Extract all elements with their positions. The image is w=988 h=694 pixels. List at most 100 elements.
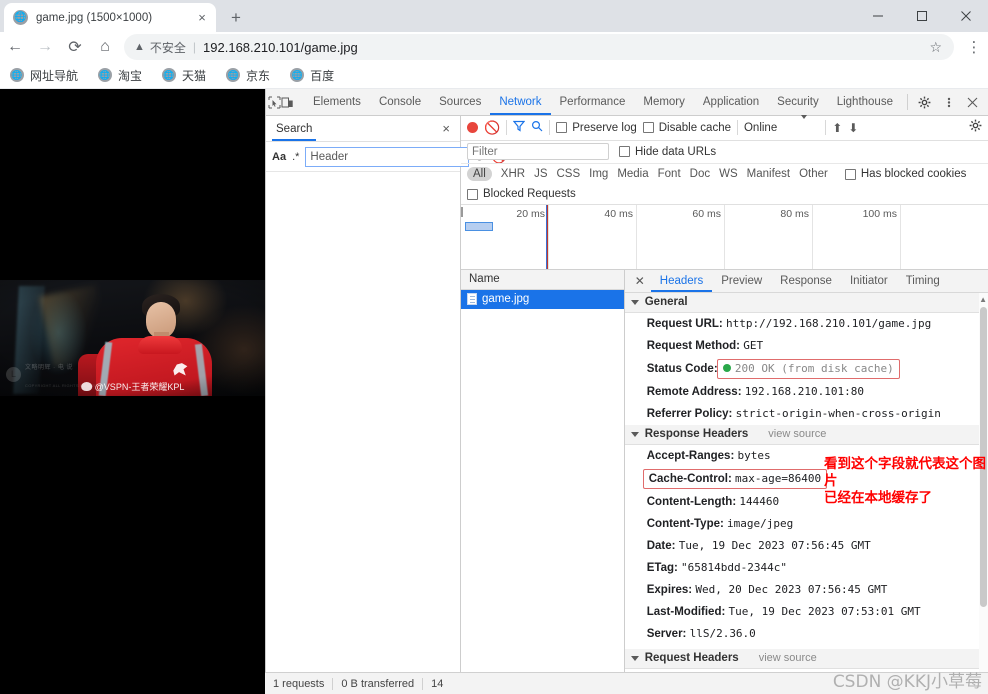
gear-icon[interactable] bbox=[913, 90, 937, 114]
view-source-link[interactable]: view source bbox=[759, 652, 817, 664]
maximize-icon[interactable] bbox=[900, 0, 944, 32]
bookmark-item[interactable]: 🌐 淘宝 bbox=[94, 65, 146, 86]
header-key: Server: bbox=[646, 627, 687, 640]
tab-response[interactable]: Response bbox=[771, 270, 841, 292]
header-row: Last-Modified: Tue, 19 Dec 2023 07:53:01… bbox=[625, 601, 988, 623]
bookmark-star-icon[interactable]: ☆ bbox=[929, 39, 942, 56]
globe-icon: 🌐 bbox=[226, 68, 241, 82]
regex-icon[interactable]: .* bbox=[292, 151, 299, 163]
inspect-element-icon[interactable] bbox=[268, 90, 281, 114]
preserve-log-checkbox[interactable]: Preserve log bbox=[556, 122, 637, 134]
network-settings-gear-icon[interactable] bbox=[969, 119, 982, 137]
header-value: strict-origin-when-cross-origin bbox=[735, 406, 941, 420]
section-header-request-headers[interactable]: Request Headers view source bbox=[624, 648, 988, 669]
type-filter-js[interactable]: JS bbox=[534, 168, 547, 180]
reload-icon[interactable]: ⟳ bbox=[60, 33, 90, 61]
address-bar[interactable]: ▲ 不安全 | 192.168.210.101/game.jpg ☆ bbox=[124, 34, 954, 60]
tab-preview[interactable]: Preview bbox=[712, 270, 771, 292]
globe-icon: 🌐 bbox=[10, 68, 24, 82]
tab-security[interactable]: Security bbox=[768, 89, 828, 115]
search-drawer-title[interactable]: Search bbox=[272, 116, 316, 141]
funnel-icon[interactable] bbox=[512, 119, 526, 137]
bookmark-item[interactable]: 🌐 天猫 bbox=[158, 65, 210, 86]
tab-initiator[interactable]: Initiator bbox=[841, 270, 897, 292]
type-filter-other[interactable]: Other bbox=[799, 168, 828, 180]
has-blocked-cookies-checkbox[interactable]: Has blocked cookies bbox=[844, 168, 966, 180]
close-icon[interactable] bbox=[961, 90, 985, 114]
forward-icon[interactable]: → bbox=[30, 33, 60, 61]
bookmark-item[interactable]: 🌐 百度 bbox=[286, 65, 338, 86]
tab-timing[interactable]: Timing bbox=[897, 270, 949, 292]
minimize-icon[interactable] bbox=[856, 0, 900, 32]
throttling-select[interactable]: Online bbox=[744, 122, 777, 134]
window-controls bbox=[856, 0, 988, 32]
bookmark-item[interactable]: 🌐 网址导航 bbox=[6, 65, 82, 86]
tab-sources[interactable]: Sources bbox=[430, 89, 490, 115]
search-controls-row: Aa .* ⟳ 🚫 bbox=[266, 142, 506, 172]
section-header-response-headers[interactable]: Response Headers view source bbox=[624, 424, 988, 445]
header-key: Expires: bbox=[646, 583, 693, 596]
disable-cache-checkbox[interactable]: Disable cache bbox=[642, 122, 731, 134]
match-case-icon[interactable]: Aa bbox=[272, 151, 286, 163]
chevron-down-icon bbox=[630, 431, 639, 437]
type-filter-xhr[interactable]: XHR bbox=[501, 168, 525, 180]
header-value: bytes bbox=[737, 448, 771, 462]
device-toolbar-icon[interactable] bbox=[281, 90, 294, 114]
header-row: Date: Tue, 19 Dec 2023 07:56:45 GMT bbox=[625, 535, 988, 557]
globe-icon: 🌐 bbox=[98, 68, 113, 82]
tab-console[interactable]: Console bbox=[370, 89, 430, 115]
checkbox-box bbox=[556, 122, 568, 134]
tab-network[interactable]: Network bbox=[490, 89, 550, 115]
kebab-menu-icon[interactable]: ⋮ bbox=[960, 33, 988, 61]
bookmark-item[interactable]: 🌐 京东 bbox=[222, 65, 274, 86]
search-icon[interactable] bbox=[531, 119, 543, 137]
divider bbox=[506, 120, 508, 136]
type-filter-font[interactable]: Font bbox=[658, 168, 681, 180]
detail-tab-bar: ✕ Headers Preview Response Initiator Tim… bbox=[624, 269, 988, 293]
home-icon[interactable]: ⌂ bbox=[90, 33, 120, 61]
tab-memory[interactable]: Memory bbox=[634, 89, 694, 115]
back-icon[interactable]: ← bbox=[0, 33, 30, 61]
type-filter-all[interactable]: All bbox=[467, 167, 492, 182]
close-icon[interactable]: × bbox=[438, 121, 454, 136]
type-filter-doc[interactable]: Doc bbox=[690, 168, 710, 180]
chevron-down-icon[interactable] bbox=[801, 114, 808, 137]
photo-watermark-logo-icon: L bbox=[6, 366, 21, 382]
tab-performance[interactable]: Performance bbox=[551, 89, 635, 115]
type-filter-media[interactable]: Media bbox=[617, 168, 648, 180]
header-key: Remote Address: bbox=[646, 385, 742, 398]
header-row: Remote Address: 192.168.210.101:80 bbox=[625, 381, 988, 403]
header-key: Request URL: bbox=[646, 317, 723, 330]
divider bbox=[332, 677, 334, 690]
hide-data-urls-checkbox[interactable]: Hide data URLs bbox=[619, 146, 716, 158]
close-icon[interactable]: ✕ bbox=[629, 274, 651, 288]
browser-tab[interactable]: 🌐 game.jpg (1500×1000) × bbox=[4, 3, 216, 32]
record-button[interactable] bbox=[467, 122, 478, 134]
type-filter-manifest[interactable]: Manifest bbox=[747, 168, 790, 180]
type-filter-ws[interactable]: WS bbox=[719, 168, 738, 180]
view-source-link[interactable]: view source bbox=[768, 428, 826, 440]
request-list-empty-area bbox=[461, 308, 624, 694]
search-input[interactable] bbox=[305, 146, 470, 167]
request-column-header[interactable]: Name bbox=[461, 269, 624, 290]
section-header-general[interactable]: General bbox=[624, 292, 988, 313]
tab-application[interactable]: Application bbox=[694, 89, 768, 115]
new-tab-button[interactable]: + bbox=[224, 6, 248, 30]
type-filter-css[interactable]: CSS bbox=[556, 168, 580, 180]
export-har-icon[interactable]: ⬇ bbox=[848, 121, 858, 135]
tab-lighthouse[interactable]: Lighthouse bbox=[828, 89, 902, 115]
network-overview-timeline[interactable]: 20 ms 40 ms 60 ms 80 ms 100 ms bbox=[461, 204, 988, 270]
scroll-up-arrow-icon[interactable]: ▲ bbox=[979, 295, 987, 304]
close-icon[interactable]: × bbox=[194, 10, 210, 26]
url-text: 192.168.210.101/game.jpg bbox=[203, 39, 358, 55]
blocked-requests-checkbox[interactable]: Blocked Requests bbox=[467, 188, 576, 200]
import-har-icon[interactable]: ⬆ bbox=[832, 121, 842, 135]
clear-button[interactable]: 🚫 bbox=[484, 120, 500, 136]
type-filter-img[interactable]: Img bbox=[589, 168, 608, 180]
filter-input[interactable] bbox=[467, 143, 609, 161]
tab-elements[interactable]: Elements bbox=[304, 89, 370, 115]
tab-headers[interactable]: Headers bbox=[651, 270, 712, 292]
kebab-menu-icon[interactable] bbox=[937, 90, 961, 114]
close-icon[interactable] bbox=[944, 0, 988, 32]
table-row[interactable]: game.jpg bbox=[461, 289, 624, 309]
